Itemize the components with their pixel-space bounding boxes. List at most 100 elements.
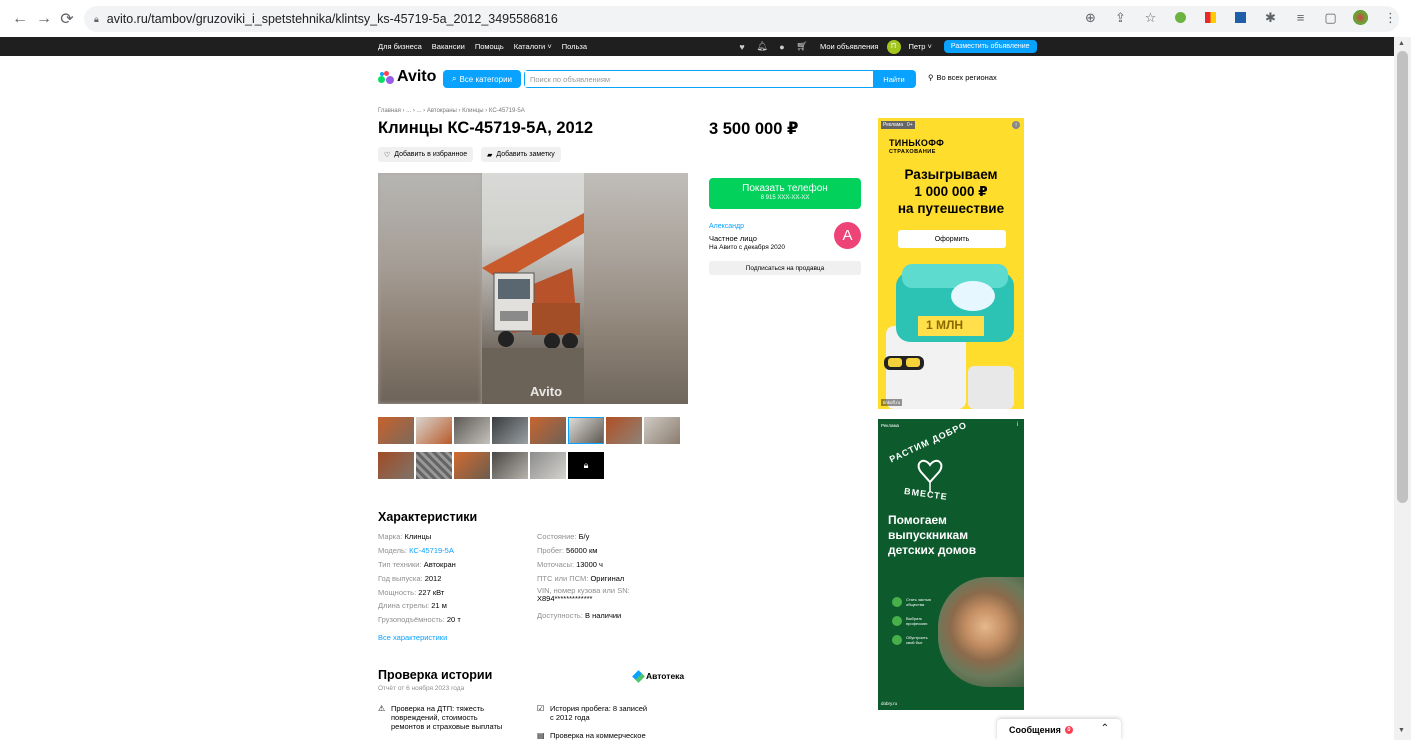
ad-info-icon[interactable]: i xyxy=(1012,121,1020,129)
menu-dots-icon[interactable]: ⋮ xyxy=(1382,9,1399,26)
seller-name-link[interactable]: Александр xyxy=(709,223,744,230)
ad-footer: tinkoff.ru xyxy=(881,399,903,406)
spec-condition: Состояние: Б/у xyxy=(537,532,590,541)
add-note-button[interactable]: ▰ Добавить заметку xyxy=(481,147,561,162)
search-button[interactable]: Найти xyxy=(873,71,915,87)
history-item-accidents: ⚠︎ Проверка на ДТП: тяжесть повреждений,… xyxy=(378,704,503,731)
reload-icon[interactable]: ⟳ xyxy=(57,9,77,29)
spec-type: Тип техники: Автокран xyxy=(378,560,456,569)
my-ads-link[interactable]: Мои объявления xyxy=(820,42,879,51)
thumbnail[interactable] xyxy=(530,452,566,479)
ad-bullet: Обустроить свой быт xyxy=(892,635,938,645)
all-categories-button[interactable]: ⌕ Все категории xyxy=(443,70,521,88)
star-icon[interactable]: ☆ xyxy=(1142,9,1159,26)
topbar-link-catalogs[interactable]: Каталоги ˅ xyxy=(514,42,552,51)
extensions-puzzle-icon[interactable]: ✱ xyxy=(1262,9,1279,26)
avito-topbar: Для бизнеса Вакансии Помощь Каталоги ˅ П… xyxy=(0,37,1394,56)
history-heading: Проверка истории xyxy=(378,668,493,682)
extension-flag-icon[interactable] xyxy=(1202,9,1219,26)
thumbnail[interactable] xyxy=(492,452,528,479)
chevron-up-icon[interactable]: ⌃ xyxy=(1101,723,1109,734)
share-icon[interactable]: ⇪ xyxy=(1112,9,1129,26)
side-panel-icon[interactable]: ▢ xyxy=(1322,9,1339,26)
note-icon: ▰ xyxy=(487,151,493,159)
favorites-heart-icon[interactable]: ♥ xyxy=(736,41,748,53)
user-menu[interactable]: Петр ˅ xyxy=(909,42,932,51)
cart-icon[interactable]: 🛒︎ xyxy=(796,41,808,53)
photo-gallery[interactable]: Avito xyxy=(378,173,688,404)
avito-logo[interactable]: Avito xyxy=(378,68,436,86)
messages-bar[interactable]: Сообщения 0 ⌃ xyxy=(997,719,1121,740)
spec-mileage: Пробег: 56000 км xyxy=(537,546,598,555)
model-link[interactable]: КС-45719-5А xyxy=(409,546,454,555)
autoteka-logo[interactable]: Автотека xyxy=(632,669,684,683)
post-ad-button[interactable]: Разместить объявление xyxy=(943,40,1037,53)
messages-count-badge: 0 xyxy=(1064,725,1073,734)
notifications-bell-icon[interactable]: 🔔︎ xyxy=(756,41,768,53)
breadcrumb[interactable]: Главная › ... › ... › Автокраны › Клинцы… xyxy=(378,108,525,114)
zoom-icon[interactable]: ⊕ xyxy=(1082,9,1099,26)
main-photo[interactable] xyxy=(482,173,584,404)
thumbnail[interactable] xyxy=(530,417,566,444)
ad-cta-button[interactable]: Оформить xyxy=(898,230,1006,248)
scroll-up-icon[interactable]: ▲ xyxy=(1398,40,1405,47)
page-scrollbar[interactable]: ▲ ▼ xyxy=(1394,37,1411,740)
thumbnail[interactable] xyxy=(454,417,490,444)
profile-avatar-icon[interactable] xyxy=(1352,9,1369,26)
ad-banner-tinkoff[interactable]: Реклама 0+ i ТИНЬКОФФ СТРАХОВАНИЕ Разыгр… xyxy=(878,118,1024,409)
seller-since: На Авито с декабря 2020 xyxy=(709,244,785,251)
thumbnail[interactable] xyxy=(416,417,452,444)
avito-watermark: Avito xyxy=(530,384,563,399)
extension-blue-icon[interactable] xyxy=(1232,9,1249,26)
chat-bubble-icon[interactable]: ● xyxy=(776,41,788,53)
spec-power: Мощность: 227 кВт xyxy=(378,588,445,597)
all-characteristics-link[interactable]: Все характеристики xyxy=(378,633,447,642)
add-to-favorites-button[interactable]: ♡ Добавить в избранное xyxy=(378,147,474,162)
thumbnail-selected[interactable] xyxy=(568,417,604,444)
region-selector[interactable]: ⚲ Во всех регионах xyxy=(928,73,997,82)
thumbnail[interactable] xyxy=(644,417,680,444)
spec-brand: Марка: Клинцы xyxy=(378,532,432,541)
checkbox-icon: ☑︎ xyxy=(537,704,545,713)
thumbnail[interactable] xyxy=(492,417,528,444)
ad-brand: ТИНЬКОФФ xyxy=(889,138,945,148)
spec-hours: Моточасы: 13000 ч xyxy=(537,560,603,569)
url-text: avito.ru/tambov/gruzoviki_i_spetstehnika… xyxy=(106,12,558,26)
topbar-link-help[interactable]: Помощь xyxy=(475,42,504,51)
thumbnail[interactable] xyxy=(416,452,452,479)
topbar-link-vacancies[interactable]: Вакансии xyxy=(432,42,465,51)
back-icon[interactable]: ← xyxy=(10,9,30,29)
heart-outline-icon: ♡ xyxy=(384,151,391,159)
categories-search-icon: ⌕ xyxy=(451,74,457,83)
thumbnail[interactable] xyxy=(378,452,414,479)
seller-avatar[interactable]: А xyxy=(834,222,861,249)
thumbnail[interactable] xyxy=(454,452,490,479)
history-date: Отчёт от 6 ноября 2023 года xyxy=(378,685,465,692)
show-phone-button[interactable]: Показать телефон 8 915 XXX-XX-XX xyxy=(709,178,861,209)
ad-art: 1 МЛН xyxy=(878,256,1024,409)
scroll-thumb[interactable] xyxy=(1397,51,1408,503)
search-input[interactable] xyxy=(525,71,873,87)
thumbnail-locked[interactable]: 🔒︎ xyxy=(568,452,604,479)
topbar-link-benefit[interactable]: Польза xyxy=(562,42,587,51)
extension-green-icon[interactable] xyxy=(1172,9,1189,26)
user-avatar[interactable]: П xyxy=(886,39,901,54)
ad-info-icon[interactable]: i xyxy=(1017,422,1018,428)
forward-icon[interactable]: → xyxy=(34,9,54,29)
thumbnail[interactable] xyxy=(606,417,642,444)
scroll-down-icon[interactable]: ▼ xyxy=(1398,727,1405,734)
lock-icon: 🔒︎ xyxy=(94,13,99,24)
thumbnail[interactable] xyxy=(378,417,414,444)
reading-list-icon[interactable]: ≡ xyxy=(1292,9,1309,26)
ad-headline: Разыгрываем 1 000 000 ₽ на путешествие xyxy=(897,167,1005,216)
ad-bullet: Стать частью общества xyxy=(892,597,938,607)
characteristics-heading: Характеристики xyxy=(378,510,478,524)
browser-toolbar: ← → ⟳ 🔒︎ avito.ru/tambov/gruzoviki_i_spe… xyxy=(0,0,1411,37)
ad-footer: dobry.ru xyxy=(881,701,898,706)
bullet-icon xyxy=(892,616,902,626)
ad-banner-charity[interactable]: Реклама i РАСТИМ ДОБРО ВМЕСТЕ Помогаем в… xyxy=(878,419,1024,710)
topbar-link-business[interactable]: Для бизнеса xyxy=(378,42,422,51)
ad-label: Реклама xyxy=(881,121,906,129)
ad-label: Реклама xyxy=(881,423,900,428)
subscribe-seller-button[interactable]: Подписаться на продавца xyxy=(709,261,861,275)
